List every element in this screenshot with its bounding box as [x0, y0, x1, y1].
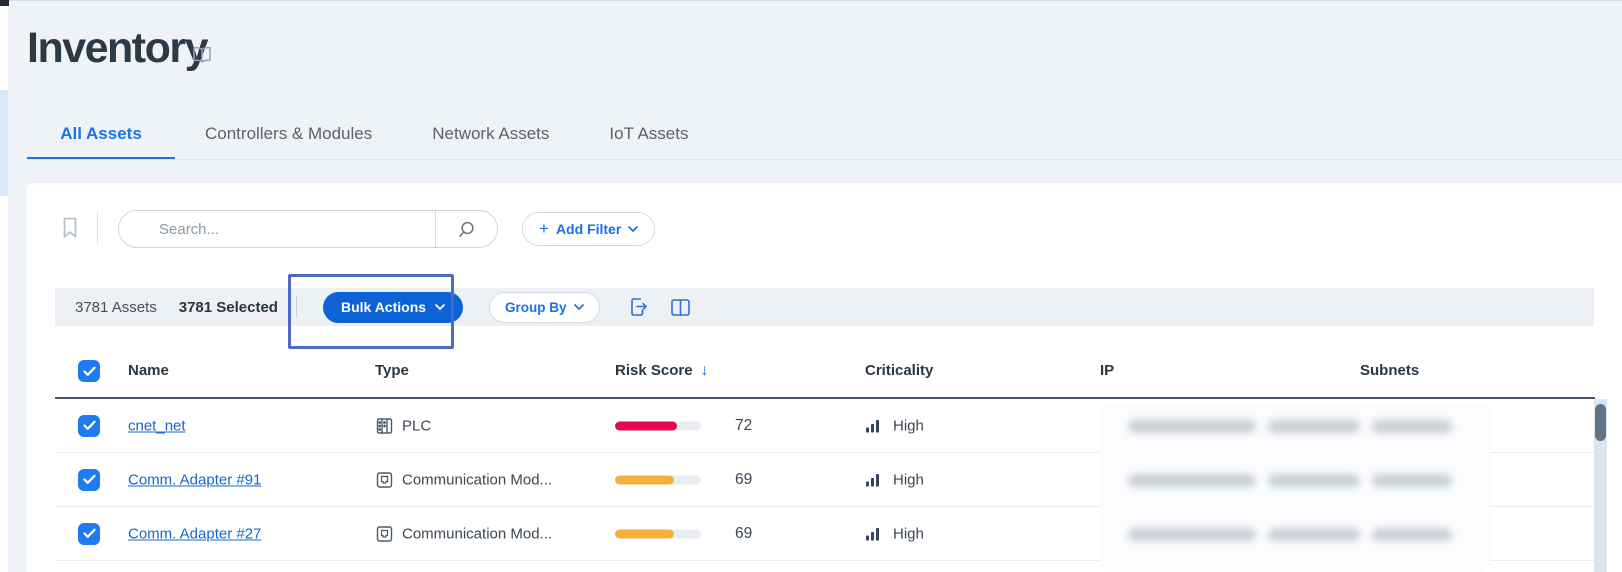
row-checkbox[interactable]	[78, 523, 100, 545]
column-layout-icon[interactable]	[670, 298, 691, 317]
redacted-row	[1100, 528, 1490, 541]
bulk-actions-label: Bulk Actions	[341, 299, 426, 315]
criticality-value: High	[893, 525, 924, 542]
bulk-actions-button[interactable]: Bulk Actions	[323, 292, 463, 323]
communication-module-icon	[375, 524, 394, 543]
collapsed-sidebar-rail	[0, 1, 8, 572]
risk-score-value: 69	[735, 471, 752, 489]
tab-iot-assets[interactable]: IoT Assets	[579, 107, 718, 160]
search-button[interactable]	[435, 211, 497, 247]
risk-score-fill	[615, 475, 674, 484]
risk-score-fill	[615, 421, 677, 430]
window-top-border	[0, 0, 1622, 1]
scrollbar-thumb[interactable]	[1595, 404, 1606, 441]
redacted-row	[1100, 474, 1490, 487]
risk-score-value: 69	[735, 525, 752, 543]
plus-icon: +	[539, 219, 549, 239]
search-box	[118, 210, 498, 248]
redacted-ip	[1128, 420, 1256, 433]
risk-score-fill	[615, 529, 674, 538]
sidebar-active-indicator	[0, 90, 8, 196]
redacted-subnet	[1372, 528, 1452, 541]
redacted-ip-subnets-region	[1100, 402, 1490, 572]
plc-icon	[375, 416, 394, 435]
bookmark-icon[interactable]	[55, 213, 85, 243]
risk-score-bar	[615, 529, 701, 538]
risk-score-bar	[615, 475, 701, 484]
assets-count: 3781 Assets	[75, 299, 157, 316]
window-corner	[0, 0, 9, 6]
bar-chart-icon	[865, 418, 880, 433]
tab-label: All Assets	[60, 124, 142, 144]
add-filter-label: Add Filter	[556, 221, 621, 237]
redacted-subnet	[1372, 420, 1452, 433]
column-header-type[interactable]: Type	[375, 344, 409, 397]
redacted-row	[1100, 420, 1490, 433]
group-by-label: Group By	[505, 300, 567, 315]
selected-count: 3781 Selected	[179, 299, 278, 316]
asset-name-link[interactable]: Comm. Adapter #91	[128, 471, 261, 488]
tab-controllers-modules[interactable]: Controllers & Modules	[175, 107, 402, 160]
divider	[296, 296, 297, 318]
table-header: Name Type Risk Score ↓ Criticality IP Sub…	[55, 344, 1595, 399]
group-by-button[interactable]: Group By	[489, 292, 600, 323]
tab-label: Network Assets	[432, 124, 549, 144]
redacted-subnet	[1372, 474, 1452, 487]
redacted-ip	[1268, 420, 1360, 433]
tab-label: Controllers & Modules	[205, 124, 372, 144]
criticality-value: High	[893, 417, 924, 434]
column-header-criticality[interactable]: Criticality	[865, 344, 933, 397]
tab-label: IoT Assets	[609, 124, 688, 144]
select-all-checkbox[interactable]	[78, 360, 100, 382]
book-icon[interactable]	[192, 46, 212, 64]
column-header-name[interactable]: Name	[128, 344, 169, 397]
sort-desc-icon[interactable]: ↓	[701, 362, 709, 379]
chevron-down-icon	[628, 226, 638, 232]
page-title: Inventory	[27, 24, 207, 73]
add-filter-button[interactable]: + Add Filter	[522, 212, 655, 246]
bar-chart-icon	[865, 472, 880, 487]
divider	[97, 212, 98, 244]
inventory-tabs: All Assets Controllers & Modules Network…	[27, 107, 718, 160]
search-icon	[457, 220, 476, 239]
column-header-label: Risk Score	[615, 362, 693, 379]
column-header-subnets[interactable]: Subnets	[1360, 344, 1419, 397]
search-input[interactable]	[119, 211, 435, 247]
column-header-ip[interactable]: IP	[1100, 344, 1114, 397]
asset-name-link[interactable]: cnet_net	[128, 417, 186, 434]
tab-all-assets[interactable]: All Assets	[27, 107, 175, 160]
risk-score-value: 72	[735, 417, 752, 435]
export-icon[interactable]	[628, 296, 648, 318]
redacted-ip	[1268, 528, 1360, 541]
row-checkbox[interactable]	[78, 469, 100, 491]
redacted-ip	[1268, 474, 1360, 487]
redacted-ip	[1128, 528, 1256, 541]
asset-name-link[interactable]: Comm. Adapter #27	[128, 525, 261, 542]
asset-type: Communication Mod...	[402, 525, 552, 542]
row-checkbox[interactable]	[78, 415, 100, 437]
tabbar-divider	[27, 159, 1622, 160]
table-toolbar: 3781 Assets 3781 Selected Bulk Actions G…	[55, 288, 1594, 326]
communication-module-icon	[375, 470, 394, 489]
asset-type: Communication Mod...	[402, 471, 552, 488]
chevron-down-icon	[435, 304, 445, 310]
column-header-risk-score[interactable]: Risk Score ↓	[615, 344, 709, 397]
chevron-down-icon	[574, 304, 584, 310]
bar-chart-icon	[865, 526, 880, 541]
redacted-ip	[1128, 474, 1256, 487]
criticality-value: High	[893, 471, 924, 488]
asset-type: PLC	[402, 417, 431, 434]
tab-network-assets[interactable]: Network Assets	[402, 107, 579, 160]
risk-score-bar	[615, 421, 701, 430]
